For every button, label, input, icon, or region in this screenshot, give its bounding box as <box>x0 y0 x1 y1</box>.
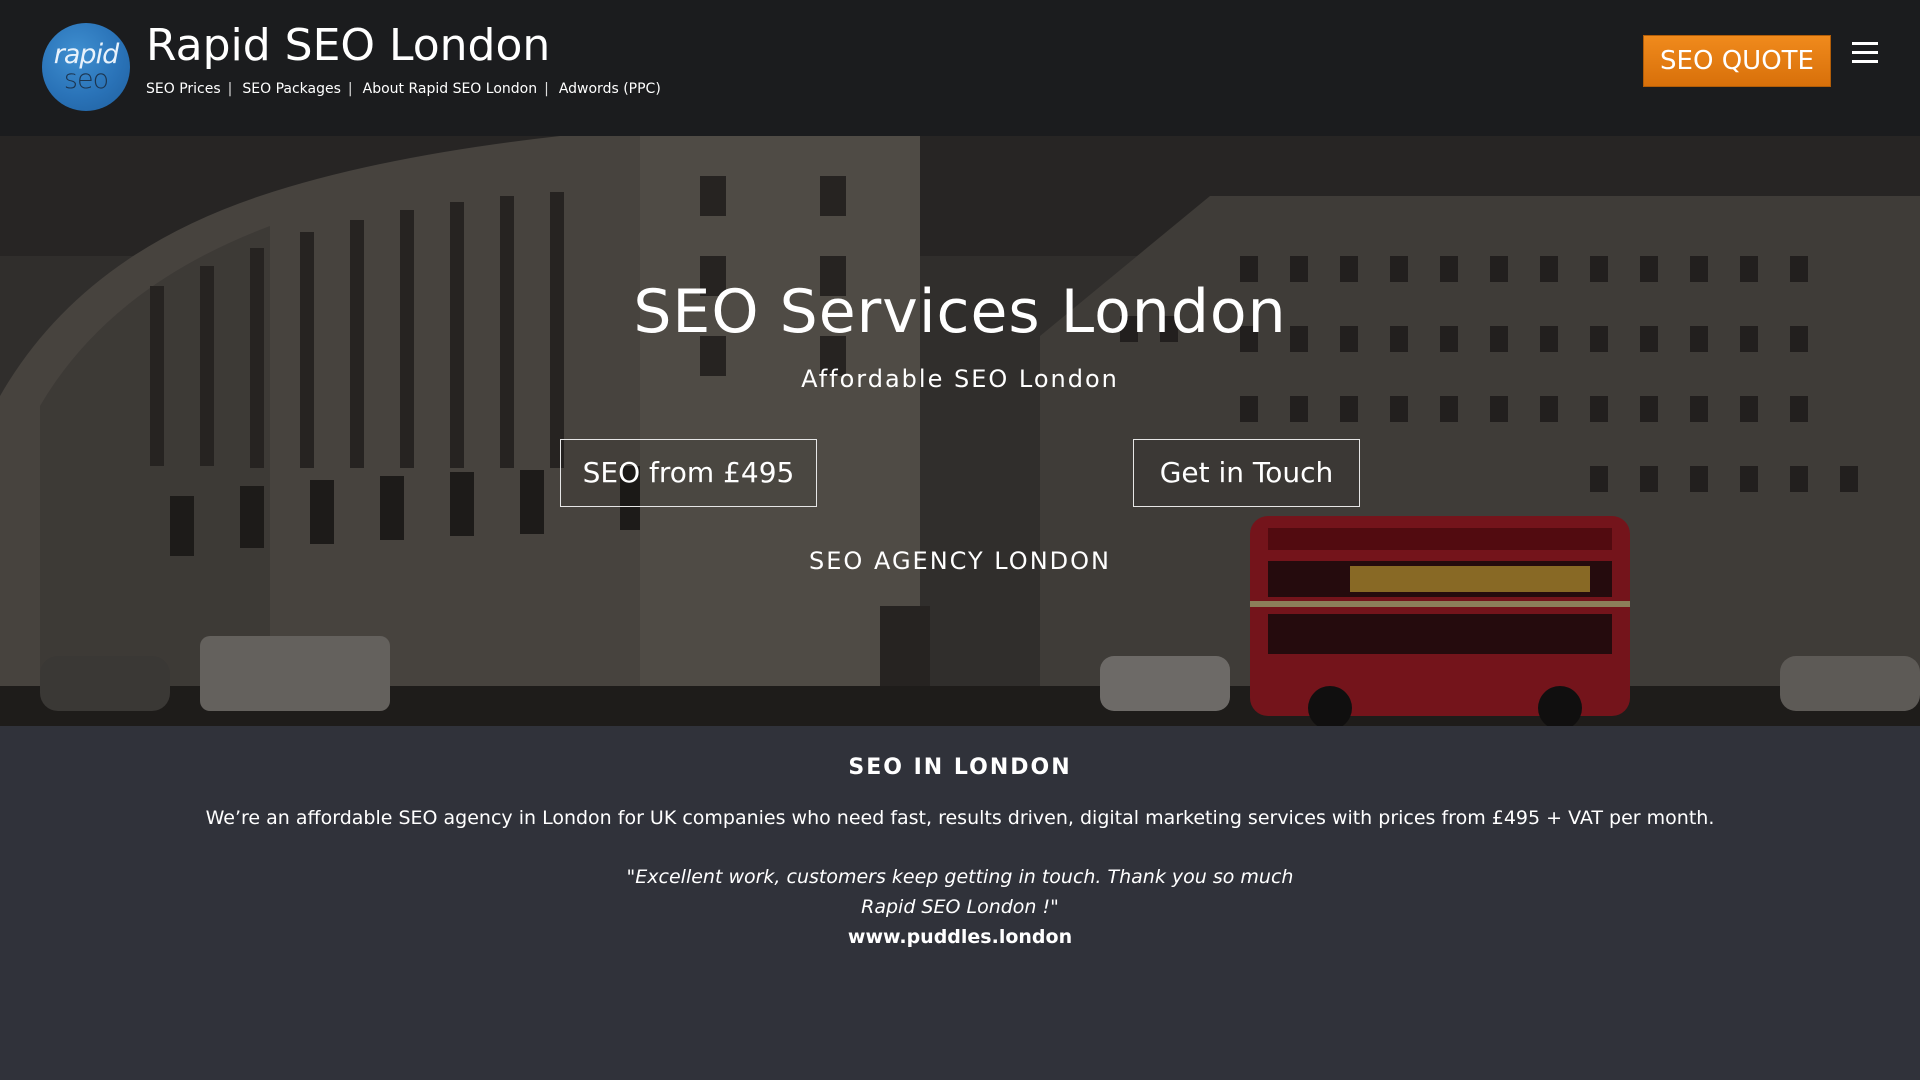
seo-price-button[interactable]: SEO from £495 <box>560 439 817 507</box>
intro-paragraph: We’re an affordable SEO agency in London… <box>205 807 1715 829</box>
rapid-seo-logo[interactable]: rapid seo <box>42 23 130 111</box>
hero-tagline: SEO AGENCY LONDON <box>809 547 1111 575</box>
site-header: rapid seo Rapid SEO London SEO Prices | … <box>0 0 1920 136</box>
logo-text-seo: seo <box>63 64 109 95</box>
seo-quote-button[interactable]: SEO QUOTE <box>1643 35 1831 87</box>
get-in-touch-button[interactable]: Get in Touch <box>1133 439 1360 507</box>
hero-subtitle: Affordable SEO London <box>801 365 1119 393</box>
hero-overlay <box>0 136 1920 726</box>
nav-link-about[interactable]: About Rapid SEO London <box>363 80 537 98</box>
content-section: SEO IN LONDON We’re an affordable SEO ag… <box>0 726 1920 1080</box>
nav-separator: | <box>227 81 233 97</box>
nav-link-adwords[interactable]: Adwords (PPC) <box>559 80 661 98</box>
testimonial-source[interactable]: www.puddles.london <box>0 922 1920 952</box>
hero-banner: SEO Services London Affordable SEO Londo… <box>0 136 1920 726</box>
nav-separator: | <box>347 81 353 97</box>
nav-link-seo-packages[interactable]: SEO Packages <box>242 80 341 98</box>
section-heading: SEO IN LONDON <box>848 755 1072 780</box>
nav-link-seo-prices[interactable]: SEO Prices <box>146 80 221 98</box>
site-title[interactable]: Rapid SEO London <box>146 18 550 74</box>
top-nav: SEO Prices | SEO Packages | About Rapid … <box>146 80 661 98</box>
nav-separator: | <box>544 81 549 97</box>
testimonial-quote: "Excellent work, customers keep getting … <box>626 866 1294 918</box>
hero-title: SEO Services London <box>633 277 1287 347</box>
hamburger-menu-icon[interactable] <box>1852 40 1878 66</box>
